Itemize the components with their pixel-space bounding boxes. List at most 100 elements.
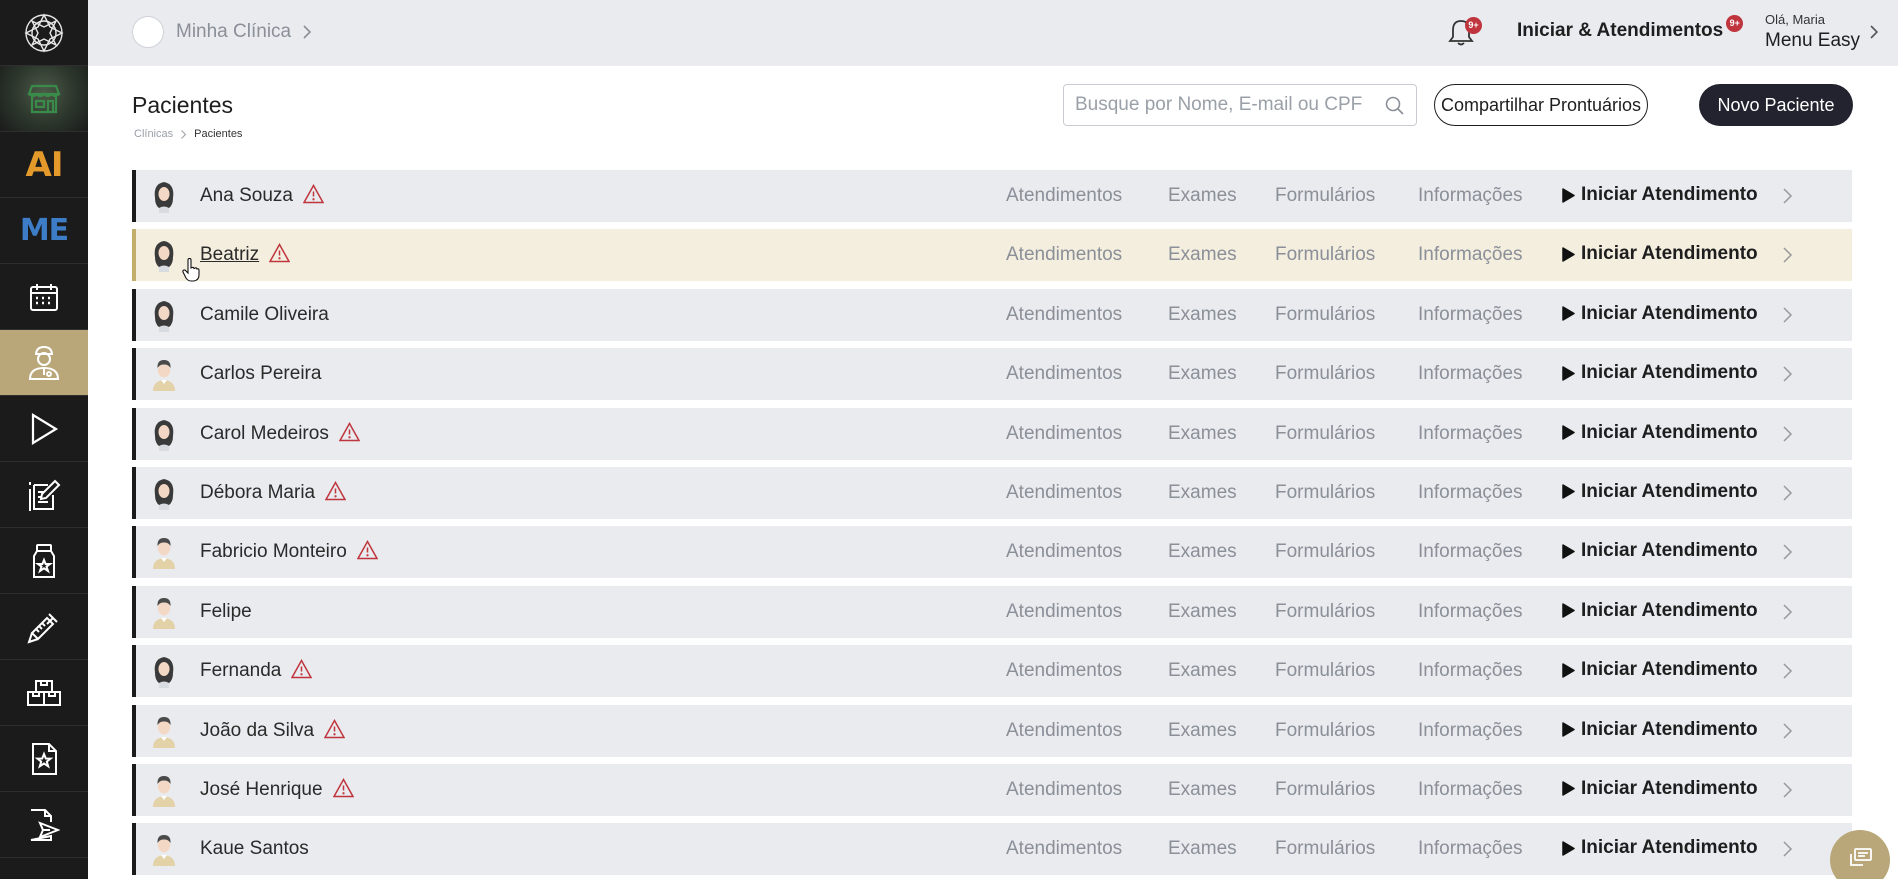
search-input[interactable]: [1064, 85, 1364, 125]
patient-name[interactable]: Fernanda: [200, 660, 281, 682]
search-icon[interactable]: [1385, 96, 1404, 115]
breadcrumb-clinicas[interactable]: Clínicas: [134, 128, 173, 140]
formularios-link[interactable]: Formulários: [1275, 779, 1375, 801]
patient-row[interactable]: João da Silva Atendimentos Exames Formulári…: [132, 704, 1852, 757]
patient-row[interactable]: Ana Souza Atendimentos Exames Formulários In…: [132, 170, 1852, 222]
chevron-right-icon[interactable]: [1781, 721, 1793, 741]
patient-row[interactable]: Kaue Santos Atendimentos Exames Formulários…: [132, 823, 1852, 876]
iniciar-atendimento-button[interactable]: Iniciar Atendimento: [1562, 422, 1758, 444]
patient-row[interactable]: Carol Medeiros Atendimentos Exames Formulár…: [132, 407, 1852, 460]
iniciar-atendimento-button[interactable]: Iniciar Atendimento: [1562, 837, 1758, 859]
atendimentos-link[interactable]: Atendimentos: [1006, 423, 1122, 445]
chevron-right-icon[interactable]: [1870, 25, 1878, 39]
atendimentos-link[interactable]: Atendimentos: [1006, 482, 1122, 504]
notifications-button[interactable]: 9+: [1448, 17, 1482, 48]
formularios-link[interactable]: Formulários: [1275, 423, 1375, 445]
patient-name[interactable]: Débora Maria: [200, 482, 315, 504]
exames-link[interactable]: Exames: [1168, 720, 1237, 742]
chevron-right-icon[interactable]: [1781, 424, 1793, 444]
patient-name[interactable]: Carlos Pereira: [200, 363, 321, 385]
sidebar-item-menu-easy[interactable]: ME: [0, 198, 88, 264]
formularios-link[interactable]: Formulários: [1275, 541, 1375, 563]
atendimentos-link[interactable]: Atendimentos: [1006, 601, 1122, 623]
informacoes-link[interactable]: Informações: [1418, 244, 1523, 266]
user-menu[interactable]: Olá, Maria Menu Easy: [1765, 12, 1860, 52]
exames-link[interactable]: Exames: [1168, 601, 1237, 623]
patient-row[interactable]: José Henrique Atendimentos Exames Formulári…: [132, 763, 1852, 816]
informacoes-link[interactable]: Informações: [1418, 423, 1523, 445]
iniciar-atendimento-button[interactable]: Iniciar Atendimento: [1562, 600, 1758, 622]
atendimentos-link[interactable]: Atendimentos: [1006, 660, 1122, 682]
exames-link[interactable]: Exames: [1168, 541, 1237, 563]
iniciar-atendimento-button[interactable]: Iniciar Atendimento: [1562, 540, 1758, 562]
patient-row[interactable]: Débora Maria Atendimentos Exames Formulário…: [132, 466, 1852, 519]
sidebar-logo[interactable]: [0, 0, 88, 66]
formularios-link[interactable]: Formulários: [1275, 363, 1375, 385]
chat-button[interactable]: [1830, 830, 1890, 879]
patient-name[interactable]: Carol Medeiros: [200, 423, 329, 445]
share-records-button[interactable]: Compartilhar Prontuários: [1434, 84, 1648, 126]
informacoes-link[interactable]: Informações: [1418, 660, 1523, 682]
iniciar-atendimento-button[interactable]: Iniciar Atendimento: [1562, 778, 1758, 800]
atendimentos-link[interactable]: Atendimentos: [1006, 779, 1122, 801]
iniciar-atendimento-button[interactable]: Iniciar Atendimento: [1562, 481, 1758, 503]
atendimentos-link[interactable]: Atendimentos: [1006, 720, 1122, 742]
exames-link[interactable]: Exames: [1168, 482, 1237, 504]
iniciar-atendimento-button[interactable]: Iniciar Atendimento: [1562, 719, 1758, 741]
formularios-link[interactable]: Formulários: [1275, 838, 1375, 860]
sidebar-item-play[interactable]: [0, 396, 88, 462]
formularios-link[interactable]: Formulários: [1275, 244, 1375, 266]
sidebar-item-send-doc[interactable]: [0, 792, 88, 858]
sidebar-item-favorites-doc[interactable]: [0, 726, 88, 792]
sidebar-item-notes[interactable]: [0, 462, 88, 528]
chevron-right-icon[interactable]: [1781, 780, 1793, 800]
informacoes-link[interactable]: Informações: [1418, 779, 1523, 801]
chevron-right-icon[interactable]: [1781, 542, 1793, 562]
patient-name[interactable]: Kaue Santos: [200, 838, 309, 860]
exames-link[interactable]: Exames: [1168, 244, 1237, 266]
clinic-selector[interactable]: Minha Clínica: [132, 16, 312, 48]
sidebar-item-syringe[interactable]: [0, 594, 88, 660]
chevron-right-icon[interactable]: [1781, 602, 1793, 622]
iniciar-atendimento-button[interactable]: Iniciar Atendimento: [1562, 243, 1758, 265]
patient-name[interactable]: Beatriz: [200, 244, 259, 266]
formularios-link[interactable]: Formulários: [1275, 720, 1375, 742]
formularios-link[interactable]: Formulários: [1275, 185, 1375, 207]
patient-row[interactable]: Beatriz Atendimentos Exames Formulários Info…: [132, 229, 1852, 282]
sidebar-item-ai[interactable]: AI: [0, 132, 88, 198]
formularios-link[interactable]: Formulários: [1275, 304, 1375, 326]
sidebar-item-calendar[interactable]: [0, 264, 88, 330]
iniciar-atendimento-button[interactable]: Iniciar Atendimento: [1562, 362, 1758, 384]
informacoes-link[interactable]: Informações: [1418, 363, 1523, 385]
exames-link[interactable]: Exames: [1168, 423, 1237, 445]
patient-name[interactable]: Fabricio Monteiro: [200, 541, 347, 563]
patient-name[interactable]: José Henrique: [200, 779, 323, 801]
atendimentos-link[interactable]: Atendimentos: [1006, 244, 1122, 266]
patient-name[interactable]: Felipe: [200, 601, 252, 623]
informacoes-link[interactable]: Informações: [1418, 720, 1523, 742]
exames-link[interactable]: Exames: [1168, 779, 1237, 801]
atendimentos-link[interactable]: Atendimentos: [1006, 541, 1122, 563]
sidebar-item-patients[interactable]: [0, 330, 88, 396]
formularios-link[interactable]: Formulários: [1275, 601, 1375, 623]
chevron-right-icon[interactable]: [1781, 661, 1793, 681]
sidebar-item-store[interactable]: [0, 66, 88, 132]
patient-row[interactable]: Fabricio Monteiro Atendimentos Exames Formu…: [132, 526, 1852, 579]
patient-row[interactable]: Fernanda Atendimentos Exames Formulários Inf…: [132, 645, 1852, 698]
patient-row[interactable]: Camile Oliveira Atendimentos Exames Formulá…: [132, 288, 1852, 341]
exames-link[interactable]: Exames: [1168, 304, 1237, 326]
patient-name[interactable]: Ana Souza: [200, 185, 293, 207]
patient-name[interactable]: Camile Oliveira: [200, 304, 329, 326]
informacoes-link[interactable]: Informações: [1418, 541, 1523, 563]
iniciar-atendimentos-link[interactable]: Iniciar & Atendimentos 9+: [1517, 15, 1744, 42]
atendimentos-link[interactable]: Atendimentos: [1006, 838, 1122, 860]
iniciar-atendimento-button[interactable]: Iniciar Atendimento: [1562, 659, 1758, 681]
chevron-right-icon[interactable]: [1781, 483, 1793, 503]
iniciar-atendimento-button[interactable]: Iniciar Atendimento: [1562, 184, 1758, 206]
informacoes-link[interactable]: Informações: [1418, 304, 1523, 326]
sidebar-item-medicine[interactable]: [0, 528, 88, 594]
patient-name[interactable]: João da Silva: [200, 720, 314, 742]
chevron-right-icon[interactable]: [1781, 839, 1793, 859]
formularios-link[interactable]: Formulários: [1275, 482, 1375, 504]
exames-link[interactable]: Exames: [1168, 363, 1237, 385]
